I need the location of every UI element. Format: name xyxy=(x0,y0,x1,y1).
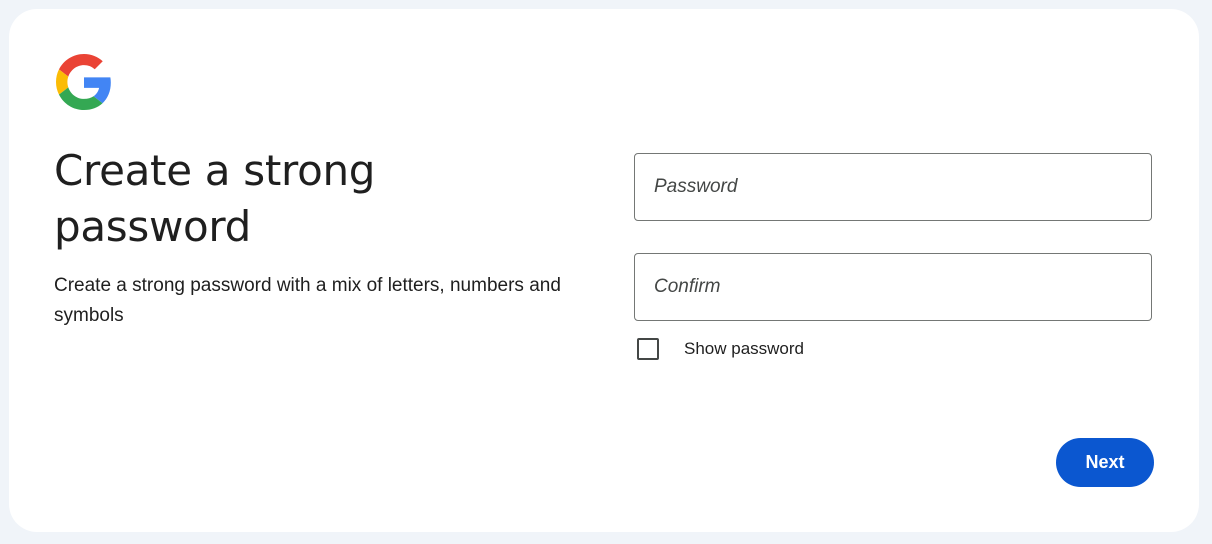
show-password-checkbox[interactable] xyxy=(637,338,659,360)
confirm-input[interactable] xyxy=(635,254,1151,320)
page-subtitle: Create a strong password with a mix of l… xyxy=(54,275,561,326)
password-input[interactable] xyxy=(635,154,1151,220)
password-field[interactable] xyxy=(634,153,1152,221)
next-button[interactable]: Next xyxy=(1056,438,1154,487)
google-logo-icon xyxy=(56,54,112,110)
confirm-field[interactable] xyxy=(634,253,1152,321)
show-password-label[interactable]: Show password xyxy=(684,339,804,359)
signup-card: Create a strong password Create a strong… xyxy=(9,9,1199,532)
page-title: Create a strong password xyxy=(54,146,376,251)
show-password-row[interactable]: Show password xyxy=(637,336,804,362)
